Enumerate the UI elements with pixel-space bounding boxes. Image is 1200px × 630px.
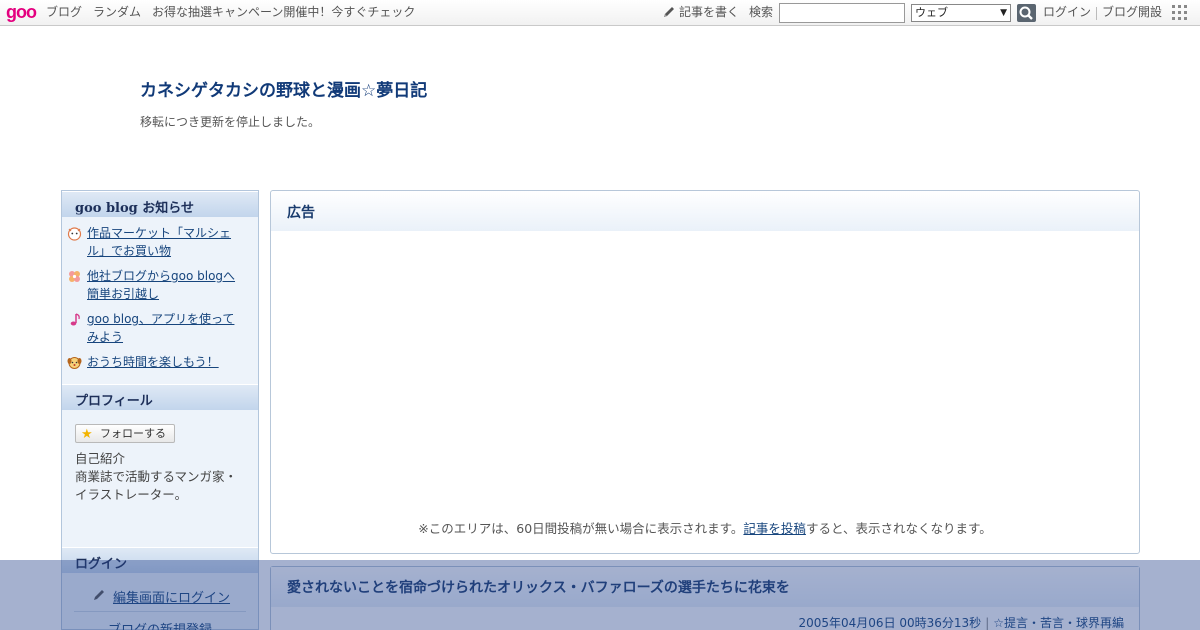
notice-item-marche[interactable]: 作品マーケット「マルシェ ル」でお買い物: [67, 224, 252, 262]
nav-link-blog[interactable]: ブログ: [46, 5, 82, 19]
search-icon: [1019, 6, 1033, 20]
notice-link-line1[interactable]: おうち時間を楽しもう！: [87, 353, 219, 371]
write-article-link[interactable]: 記事を書く: [679, 5, 739, 19]
follow-button[interactable]: ★ フォローする: [75, 424, 175, 443]
flower-icon: [69, 271, 80, 282]
search-label: 検索: [749, 5, 774, 19]
login-link[interactable]: ログイン: [1043, 5, 1091, 19]
follow-button-label: フォローする: [100, 427, 166, 440]
post-article-link[interactable]: 記事を投稿: [743, 521, 806, 536]
music-note-icon: [70, 313, 80, 326]
open-blog-link[interactable]: ブログ開設: [1102, 5, 1162, 19]
pen-icon: [664, 7, 674, 17]
blog-title[interactable]: カネシゲタカシの野球と漫画☆夢日記: [140, 76, 427, 101]
notice-link-line1[interactable]: 他社ブログからgoo blogへ: [87, 267, 235, 285]
blog-description: 移転につき更新を停止しました。: [140, 115, 321, 129]
nav-link-campaign[interactable]: お得な抽選キャンペーン開催中！今すぐチェック: [152, 5, 415, 19]
profile-heading: プロフィール: [62, 384, 258, 410]
toolbar-divider: [1096, 7, 1097, 20]
notice-link-line2[interactable]: ル」でお買い物: [87, 242, 171, 260]
notice-link-line1[interactable]: goo blog、アプリを使って: [87, 310, 234, 328]
dog-face-icon: [67, 357, 82, 369]
notice-heading-label: goo blog お知らせ: [75, 201, 195, 216]
nav-link-random[interactable]: ランダム: [93, 5, 141, 19]
notice-item-home[interactable]: おうち時間を楽しもう！: [67, 353, 252, 373]
notice-heading: goo blog お知らせ: [62, 191, 258, 217]
notice-link-line1[interactable]: 作品マーケット「マルシェ: [87, 224, 231, 242]
notice-link-line2[interactable]: 簡単お引越し: [87, 285, 159, 303]
star-icon: ★: [81, 427, 93, 442]
search-input[interactable]: [779, 3, 905, 23]
ad-heading: 広告: [287, 205, 315, 221]
ad-header: 広告: [271, 191, 1139, 231]
bottom-overlay: [0, 560, 1200, 630]
cat-face-icon: [67, 227, 82, 241]
notice-item-app[interactable]: goo blog、アプリを使って みよう: [67, 310, 252, 348]
search-scope-value: ウェブ: [915, 6, 948, 19]
search-scope-select[interactable]: ウェブ ▼: [911, 4, 1011, 22]
ad-note-text: ※このエリアは、60日間投稿が無い場合に表示されます。: [418, 521, 744, 536]
intro-text-line2: イラストレーター。: [75, 487, 188, 502]
intro-label: 自己紹介: [75, 451, 126, 466]
notice-link-line2[interactable]: みよう: [87, 328, 123, 346]
ad-panel: 広告 ※このエリアは、60日間投稿が無い場合に表示されます。記事を投稿すると、表…: [270, 190, 1140, 554]
profile-heading-label: プロフィール: [75, 394, 153, 409]
intro-text-line1: 商業誌で活動するマンガ家・: [75, 469, 238, 484]
search-button[interactable]: [1017, 4, 1036, 22]
top-toolbar: goo ブログ ランダム お得な抽選キャンペーン開催中！今すぐチェック 記事を書…: [0, 0, 1200, 26]
notice-item-move[interactable]: 他社ブログからgoo blogへ 簡単お引越し: [67, 267, 252, 305]
ad-note-text-end: すると、表示されなくなります。: [805, 521, 992, 536]
goo-logo[interactable]: goo: [6, 1, 37, 23]
ad-note: ※このエリアは、60日間投稿が無い場合に表示されます。記事を投稿すると、表示され…: [271, 518, 1139, 537]
apps-grid-icon[interactable]: [1172, 5, 1188, 21]
dropdown-arrow-icon: ▼: [1000, 8, 1007, 18]
